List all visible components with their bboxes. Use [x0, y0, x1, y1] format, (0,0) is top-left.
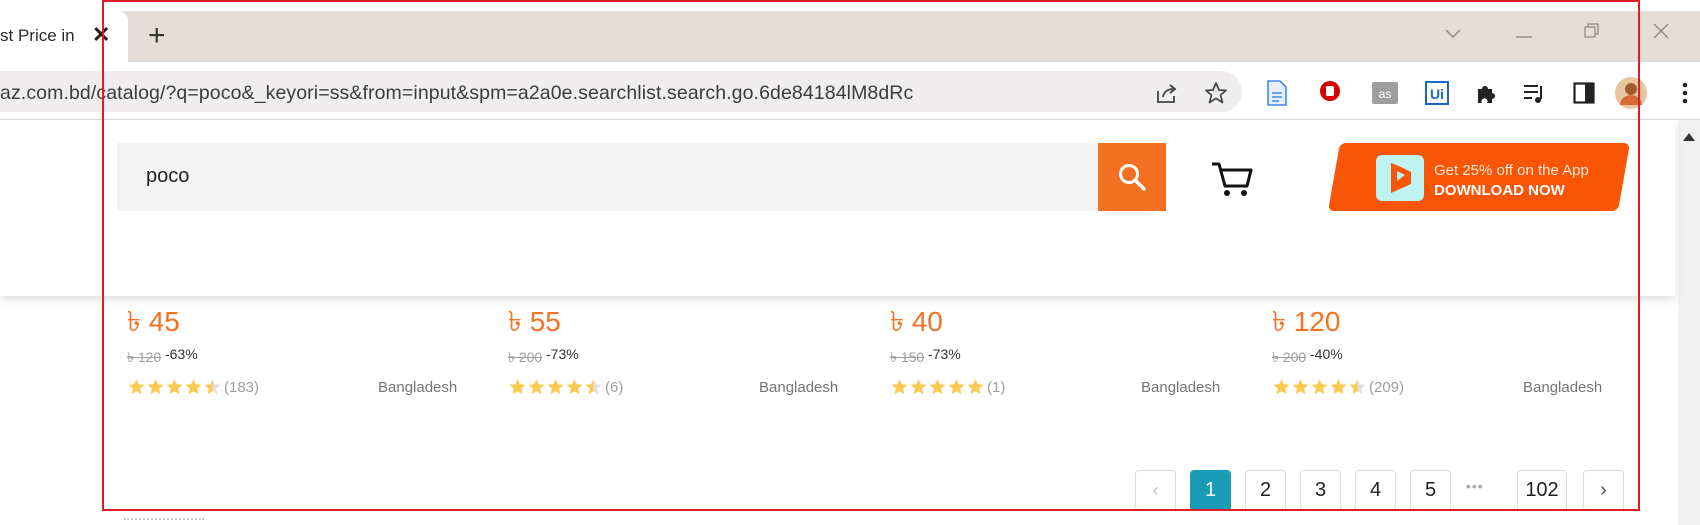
pagination-ellipsis: •••: [1466, 478, 1484, 494]
product-rating-stars: [1272, 378, 1367, 396]
star-full-icon: [891, 379, 908, 395]
star-full-icon: [185, 379, 202, 395]
star-half-icon: [1349, 379, 1366, 395]
product-rating-stars: [890, 378, 985, 396]
product-review-count: (6): [605, 379, 624, 396]
star-half-icon: [585, 379, 602, 395]
tab-strip: st Price in B ✕ +: [0, 0, 1700, 62]
restore-icon[interactable]: [1577, 20, 1607, 46]
star-full-icon: [929, 379, 946, 395]
app-banner-offer: Get 25% off on the App: [1434, 162, 1589, 179]
product-location: Bangladesh: [1523, 379, 1603, 396]
product-card[interactable]: ৳ 40 ৳ 150 -73% (1) Bangladesh: [890, 300, 1235, 405]
star-full-icon: [547, 379, 564, 395]
product-review-count: (209): [1369, 379, 1405, 396]
star-full-icon: [147, 379, 164, 395]
search-input[interactable]: poco: [117, 143, 1164, 211]
uipath-extension-icon[interactable]: Ui: [1424, 80, 1450, 106]
pagination-page-1[interactable]: 1: [1190, 470, 1231, 511]
tab-search-chevron-icon[interactable]: [1438, 20, 1468, 46]
pagination-prev-button[interactable]: ‹: [1135, 470, 1176, 511]
product-rating-stars: [127, 378, 222, 396]
product-review-count: (183): [224, 379, 260, 396]
share-icon[interactable]: [1154, 80, 1180, 106]
browser-toolbar: az.com.bd/catalog/?q=poco&_keyori=ss&fro…: [0, 62, 1700, 173]
star-full-icon: [566, 379, 583, 395]
url-text[interactable]: az.com.bd/catalog/?q=poco&_keyori=ss&fro…: [0, 82, 913, 105]
app-banner-cta: DOWNLOAD NOW: [1434, 182, 1565, 199]
adblock-extension-icon[interactable]: [1318, 80, 1344, 106]
pagination-page-2[interactable]: 2: [1245, 470, 1286, 511]
product-price: ৳ 40: [890, 306, 943, 337]
product-discount: -73%: [546, 346, 579, 362]
product-price: ৳ 120: [1272, 306, 1341, 337]
product-price: ৳ 45: [127, 306, 180, 337]
next-section-hint: [124, 518, 204, 525]
product-review-count: (1): [987, 379, 1006, 396]
svg-text:as: as: [1379, 87, 1392, 101]
product-price: ৳ 55: [508, 306, 561, 337]
star-full-icon: [509, 379, 526, 395]
scroll-up-arrow-icon[interactable]: [1683, 128, 1695, 141]
product-card[interactable]: ৳ 45 ৳ 120 -63% (183) Bangladesh: [127, 300, 472, 405]
tab-title[interactable]: st Price in B: [0, 26, 80, 46]
product-location: Bangladesh: [759, 379, 839, 396]
kebab-menu-icon[interactable]: [1672, 80, 1698, 106]
tab-close-icon[interactable]: ✕: [92, 24, 110, 46]
product-card[interactable]: ৳ 120 ৳ 200 -40% (209) Bangladesh: [1272, 300, 1617, 405]
star-full-icon: [910, 379, 927, 395]
product-rating-stars: [508, 378, 603, 396]
product-discount: -40%: [1310, 346, 1343, 362]
new-tab-icon[interactable]: +: [148, 21, 166, 51]
product-original-price: ৳ 200: [508, 349, 543, 365]
download-app-banner[interactable]: Get 25% off on the App DOWNLOAD NOW: [1328, 143, 1630, 211]
star-half-icon: [204, 379, 221, 395]
pagination-last-page[interactable]: 102: [1517, 470, 1567, 511]
star-full-icon: [1311, 379, 1328, 395]
product-card[interactable]: ৳ 55 ৳ 200 -73% (6) Bangladesh: [508, 300, 853, 405]
product-original-price: ৳ 120: [127, 349, 162, 365]
docs-extension-icon[interactable]: [1264, 80, 1290, 106]
product-location: Bangladesh: [378, 379, 458, 396]
product-discount: -63%: [165, 346, 198, 362]
product-original-price: ৳ 200: [1272, 349, 1307, 365]
star-full-icon: [948, 379, 965, 395]
star-full-icon: [1330, 379, 1347, 395]
pagination-next-button[interactable]: ›: [1583, 470, 1624, 511]
site-header: poco Get 25% off on the App DOWNLOAD NOW: [0, 120, 1675, 296]
star-full-icon: [1273, 379, 1290, 395]
search-input-value[interactable]: poco: [146, 165, 189, 188]
profile-avatar[interactable]: [1614, 76, 1648, 110]
lastpass-extension-icon[interactable]: as: [1372, 80, 1398, 106]
star-full-icon: [967, 379, 984, 395]
pagination-page-4[interactable]: 4: [1355, 470, 1396, 511]
close-window-icon[interactable]: [1646, 20, 1676, 46]
star-full-icon: [528, 379, 545, 395]
product-original-price: ৳ 150: [890, 349, 925, 365]
search-button[interactable]: [1098, 143, 1166, 211]
puzzle-extensions-icon[interactable]: [1473, 80, 1499, 106]
product-discount: -73%: [928, 346, 961, 362]
media-queue-icon[interactable]: [1521, 80, 1547, 106]
product-location: Bangladesh: [1141, 379, 1221, 396]
svg-text:Ui: Ui: [1430, 86, 1444, 102]
minimize-icon[interactable]: [1509, 20, 1539, 46]
pagination-page-3[interactable]: 3: [1300, 470, 1341, 511]
star-full-icon: [166, 379, 183, 395]
star-full-icon: [128, 379, 145, 395]
bookmark-star-icon[interactable]: [1203, 80, 1229, 106]
app-logo-icon: [1376, 155, 1424, 201]
star-full-icon: [1292, 379, 1309, 395]
side-panel-icon[interactable]: [1571, 80, 1597, 106]
search-icon: [1119, 164, 1146, 191]
cart-icon[interactable]: [1210, 160, 1254, 200]
pagination-page-5[interactable]: 5: [1410, 470, 1451, 511]
page-scrollbar[interactable]: [1678, 120, 1700, 525]
